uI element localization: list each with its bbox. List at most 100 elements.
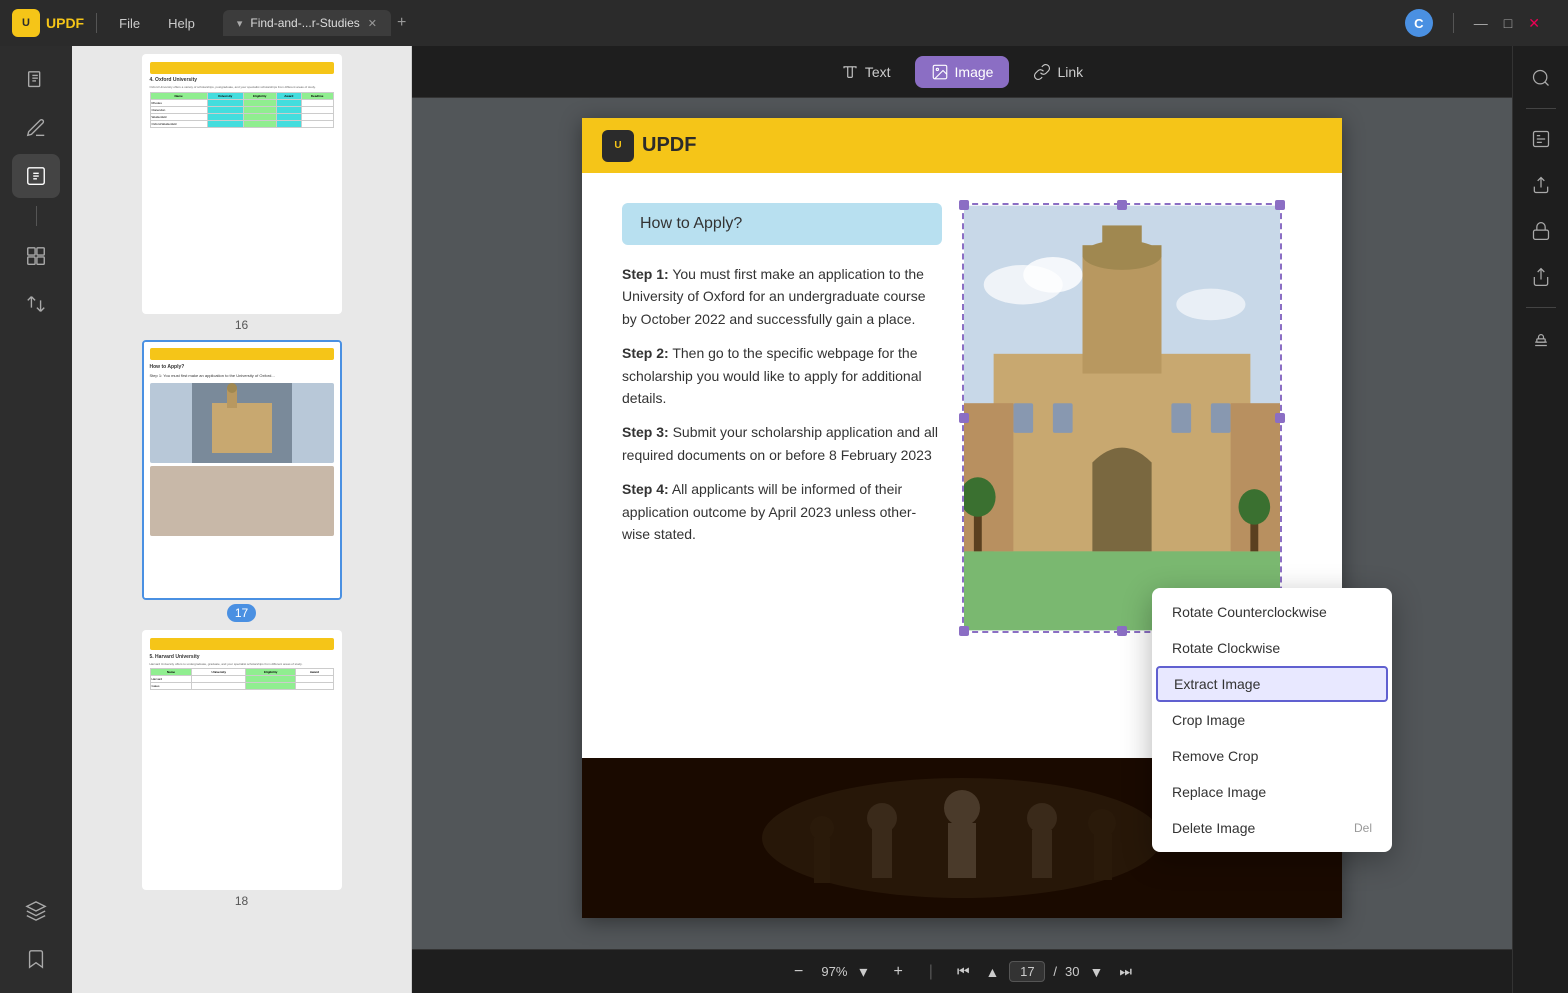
divider-2 — [1453, 13, 1454, 33]
prev-page-btn[interactable]: ▲ — [980, 960, 1006, 984]
sidebar-icon-organize[interactable] — [12, 234, 60, 278]
right-icon-search[interactable] — [1521, 58, 1561, 98]
sidebar-icon-edit[interactable] — [12, 106, 60, 150]
text-tool-btn[interactable]: Text — [825, 56, 907, 88]
pdf-step-3: Step 3: Submit your scholarship applicat… — [622, 421, 942, 466]
menu-file[interactable]: File — [109, 12, 150, 35]
extract-label: Extract Image — [1174, 676, 1260, 692]
handle-tr[interactable] — [1275, 200, 1285, 210]
pdf-viewer[interactable]: U UPDF How to Apply? Step 1: You must fi… — [412, 98, 1512, 949]
pdf-step-3-label: Step 3: — [622, 424, 669, 440]
context-menu-rotate-ccw[interactable]: Rotate Counterclockwise — [1152, 594, 1392, 630]
context-menu-replace[interactable]: Replace Image — [1152, 774, 1392, 810]
context-menu-delete[interactable]: Delete Image Del — [1152, 810, 1392, 846]
content-area: Text Image Link U UPDF — [412, 46, 1512, 993]
pdf-logo: U UPDF — [602, 130, 696, 162]
pdf-step-2: Step 2: Then go to the specific webpage … — [622, 342, 942, 409]
maximize-btn[interactable]: □ — [1504, 15, 1512, 31]
minimize-btn[interactable]: — — [1474, 15, 1488, 31]
thumb16-table: NameUniversityEligibilityAwardDeadline R… — [150, 92, 334, 128]
divider-1 — [96, 13, 97, 33]
thumb18-table: NameUniversityEligibilityAward Harvard G… — [150, 668, 334, 690]
thumb18-title: 5. Harvard University — [150, 654, 334, 660]
thumbnail-num-18: 18 — [235, 894, 248, 908]
pdf-page-header: U UPDF — [582, 118, 1342, 173]
close-btn[interactable]: ✕ — [1528, 15, 1540, 32]
remove-crop-label: Remove Crop — [1172, 748, 1258, 764]
text-tool-icon — [841, 63, 859, 81]
tab-add-btn[interactable]: + — [397, 14, 406, 32]
active-tab[interactable]: ▾ Find-and-...r-Studies ✕ — [223, 10, 391, 36]
thumbnail-frame-17[interactable]: How to Apply? Step 1: You must first mak… — [142, 340, 342, 600]
right-icon-stamp[interactable] — [1521, 318, 1561, 358]
right-icon-share[interactable] — [1521, 257, 1561, 297]
titlebar-right: C — □ ✕ — [414, 9, 1556, 37]
sidebar-icon-convert[interactable] — [12, 282, 60, 326]
sidebar-icon-pages[interactable] — [12, 58, 60, 102]
menu-help[interactable]: Help — [158, 12, 205, 35]
handle-bm[interactable] — [1117, 626, 1127, 636]
context-menu: Rotate Counterclockwise Rotate Clockwise… — [1152, 588, 1392, 852]
next-page-btn[interactable]: ▼ — [1084, 960, 1110, 984]
pdf-image-selection[interactable] — [962, 203, 1282, 633]
tab-dropdown-arrow[interactable]: ▾ — [237, 17, 243, 30]
handle-mr[interactable] — [1275, 413, 1285, 423]
right-icon-ocr[interactable] — [1521, 119, 1561, 159]
image-tool-label: Image — [955, 64, 994, 80]
current-page-input[interactable] — [1009, 961, 1045, 982]
link-tool-btn[interactable]: Link — [1017, 56, 1099, 88]
handle-tl[interactable] — [959, 200, 969, 210]
first-page-btn[interactable]: ⏮ — [951, 959, 976, 984]
thumbnail-frame-16[interactable]: 4. Oxford University Oxford University o… — [142, 54, 342, 314]
sidebar-icon-annotate[interactable] — [12, 154, 60, 198]
user-avatar[interactable]: C — [1405, 9, 1433, 37]
thumbnail-item-17[interactable]: How to Apply? Step 1: You must first mak… — [80, 340, 403, 622]
sidebar-icon-layers[interactable] — [12, 889, 60, 933]
zoom-in-btn[interactable]: + — [885, 959, 910, 985]
handle-bl[interactable] — [959, 626, 969, 636]
thumb16-content: 4. Oxford University Oxford University o… — [144, 56, 340, 312]
pdf-image-column — [962, 203, 1302, 633]
thumb16-header — [150, 62, 334, 74]
app-logo-icon: U — [12, 9, 40, 37]
thumbnail-panel: 4. Oxford University Oxford University o… — [72, 46, 412, 993]
zoom-percentage: 97% — [821, 964, 847, 979]
thumbnail-frame-18[interactable]: 5. Harvard University Harvard University… — [142, 630, 342, 890]
thumb18-header — [150, 638, 334, 650]
context-menu-crop[interactable]: Crop Image — [1152, 702, 1392, 738]
tab-close-btn[interactable]: ✕ — [368, 17, 377, 30]
zoom-out-btn[interactable]: − — [786, 959, 811, 985]
tab-bar: ▾ Find-and-...r-Studies ✕ + — [223, 10, 406, 36]
context-menu-extract[interactable]: Extract Image — [1156, 666, 1388, 702]
delete-shortcut: Del — [1354, 821, 1372, 835]
sidebar-icon-bookmark[interactable] — [12, 937, 60, 981]
zoom-divider: | — [921, 963, 941, 981]
right-icon-export[interactable] — [1521, 165, 1561, 205]
thumb18-content: 5. Harvard University Harvard University… — [144, 632, 340, 888]
zoom-level-display: 97% ▾ — [821, 958, 875, 986]
thumb18-text: Harvard University offers to undergradua… — [150, 662, 334, 666]
pdf-text-column: How to Apply? Step 1: You must first mak… — [622, 203, 942, 633]
pdf-step-4: Step 4: All applicants will be informed … — [622, 478, 942, 545]
toolbar: Text Image Link — [412, 46, 1512, 98]
link-tool-label: Link — [1057, 64, 1083, 80]
handle-ml[interactable] — [959, 413, 969, 423]
replace-label: Replace Image — [1172, 784, 1266, 800]
right-icon-protect[interactable] — [1521, 211, 1561, 251]
total-pages: 30 — [1065, 964, 1079, 979]
pdf-logo-icon: U — [602, 130, 634, 162]
right-divider-1 — [1526, 108, 1556, 109]
bottom-bar: − 97% ▾ + | ⏮ ▲ / 30 ▼ ⏭ — [412, 949, 1512, 993]
context-menu-rotate-cw[interactable]: Rotate Clockwise — [1152, 630, 1392, 666]
image-tool-btn[interactable]: Image — [915, 56, 1010, 88]
pdf-logo-text: UPDF — [642, 134, 696, 157]
last-page-btn[interactable]: ⏭ — [1113, 959, 1138, 984]
context-menu-remove-crop[interactable]: Remove Crop — [1152, 738, 1392, 774]
thumbnail-num-17: 17 — [227, 604, 256, 622]
rotate-cw-label: Rotate Clockwise — [1172, 640, 1280, 656]
handle-tm[interactable] — [1117, 200, 1127, 210]
main-layout: 4. Oxford University Oxford University o… — [0, 46, 1568, 993]
thumbnail-item-18[interactable]: 5. Harvard University Harvard University… — [80, 630, 403, 908]
zoom-dropdown-btn[interactable]: ▾ — [851, 958, 875, 986]
thumbnail-item-16[interactable]: 4. Oxford University Oxford University o… — [80, 54, 403, 332]
